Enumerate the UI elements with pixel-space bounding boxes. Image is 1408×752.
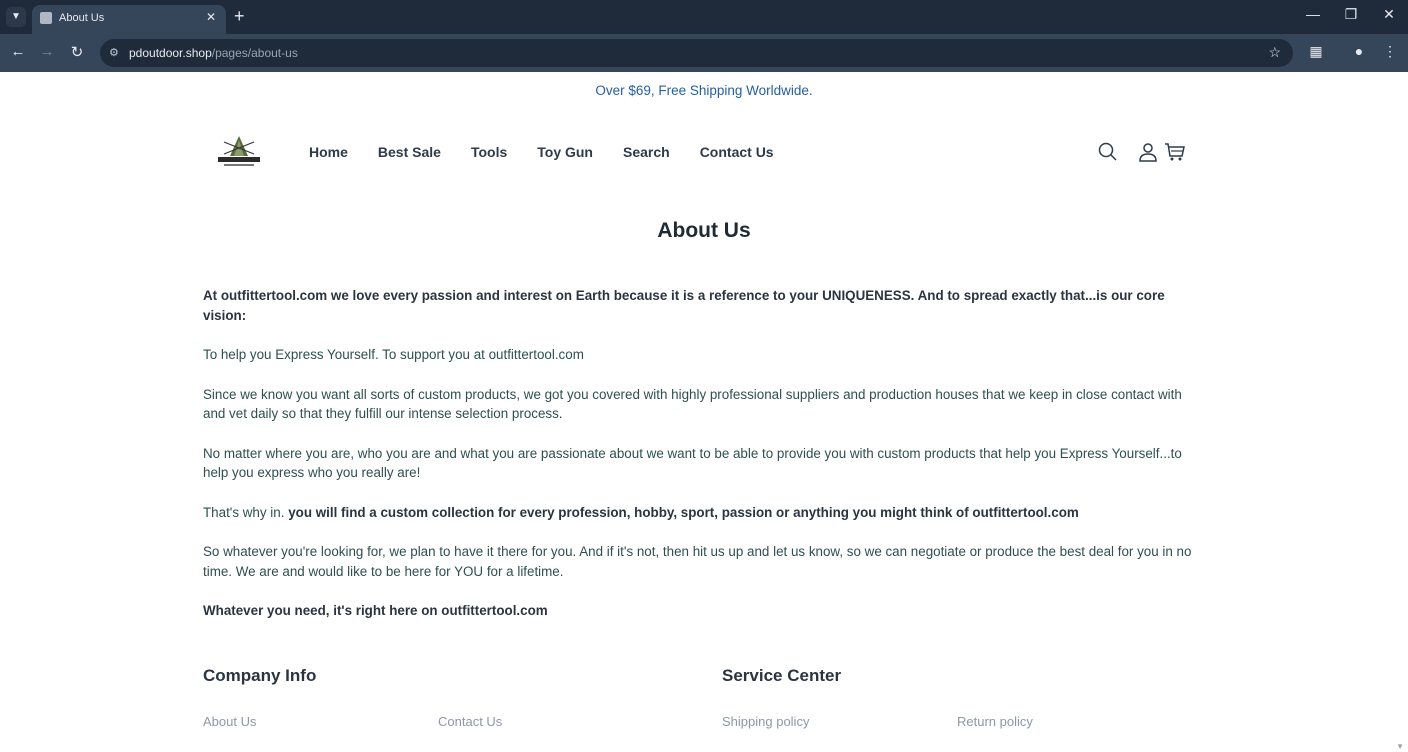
restore-button[interactable]: ❐ xyxy=(1336,6,1366,23)
nav-home[interactable]: Home xyxy=(309,144,348,160)
footer-link-contact-us[interactable]: Contact Us xyxy=(438,714,502,729)
about-paragraph-4: No matter where you are, who you are and… xyxy=(203,445,1182,481)
nav-best-sale[interactable]: Best Sale xyxy=(378,144,441,160)
footer-link-return-policy[interactable]: Return policy xyxy=(957,714,1033,729)
about-closing: Whatever you need, it's right here on ou… xyxy=(203,603,548,618)
store-logo[interactable] xyxy=(216,134,262,170)
nav-toy-gun[interactable]: Toy Gun xyxy=(537,144,593,160)
footer-company-title: Company Info xyxy=(203,666,317,685)
about-paragraph-5-prefix: That's why in. xyxy=(203,504,285,520)
forward-button[interactable]: → xyxy=(37,43,57,60)
account-icon[interactable] xyxy=(1138,142,1158,167)
main-nav: Home Best Sale Tools Toy Gun Search Cont… xyxy=(309,144,774,160)
search-icon[interactable] xyxy=(1098,142,1118,167)
url-text[interactable]: pdoutdoor.shop/pages/about-us xyxy=(129,46,298,60)
menu-icon[interactable]: ⋮ xyxy=(1380,43,1400,60)
about-paragraph-2: To help you Express Yourself. To support… xyxy=(203,347,584,362)
about-intro: At outfittertool.com we love every passi… xyxy=(203,288,1165,323)
footer-service-title: Service Center xyxy=(722,666,842,685)
announcement-bar: Over $69, Free Shipping Worldwide. xyxy=(595,83,813,98)
page: Over $69, Free Shipping Worldwide. Home … xyxy=(0,72,1408,752)
address-bar[interactable]: ⚙ pdoutdoor.shop/pages/about-us ☆ xyxy=(100,39,1293,67)
tab-close-icon[interactable]: ✕ xyxy=(206,10,216,24)
back-button[interactable]: ← xyxy=(8,43,28,60)
profile-icon[interactable]: ● xyxy=(1349,43,1369,59)
page-title: About Us xyxy=(657,219,751,242)
browser-toolbar: ← → ↻ ⚙ pdoutdoor.shop/pages/about-us ☆ … xyxy=(0,34,1408,72)
nav-tools[interactable]: Tools xyxy=(471,144,507,160)
reload-button[interactable]: ↻ xyxy=(67,43,87,61)
nav-search[interactable]: Search xyxy=(623,144,670,160)
new-tab-button[interactable]: + xyxy=(234,6,245,27)
browser-tab[interactable]: About Us ✕ xyxy=(32,5,226,34)
footer-link-shipping-policy[interactable]: Shipping policy xyxy=(722,714,809,729)
extensions-icon[interactable]: ▦ xyxy=(1306,43,1326,60)
footer-link-about-us[interactable]: About Us xyxy=(203,714,256,729)
scrollbar-down-arrow[interactable]: ▼ xyxy=(1396,742,1404,751)
tab-search-dropdown[interactable]: ▼ xyxy=(6,7,26,27)
close-window-button[interactable]: ✕ xyxy=(1374,6,1404,23)
about-content: At outfittertool.com we love every passi… xyxy=(203,286,1203,641)
site-info-icon[interactable]: ⚙ xyxy=(109,46,119,59)
browser-tab-bar: ▼ About Us ✕ + — ❐ ✕ xyxy=(0,0,1408,34)
about-paragraph-5-bold: you will find a custom collection for ev… xyxy=(288,504,1079,520)
tab-title: About Us xyxy=(59,12,105,24)
nav-contact-us[interactable]: Contact Us xyxy=(700,144,774,160)
cart-icon[interactable] xyxy=(1164,142,1186,167)
minimize-button[interactable]: — xyxy=(1298,6,1328,22)
tab-favicon-icon xyxy=(40,12,52,24)
bookmark-star-icon[interactable]: ☆ xyxy=(1268,44,1281,61)
about-paragraph-6: So whatever you're looking for, we plan … xyxy=(203,544,1192,579)
about-paragraph-3: Since we know you want all sorts of cust… xyxy=(203,386,1182,422)
